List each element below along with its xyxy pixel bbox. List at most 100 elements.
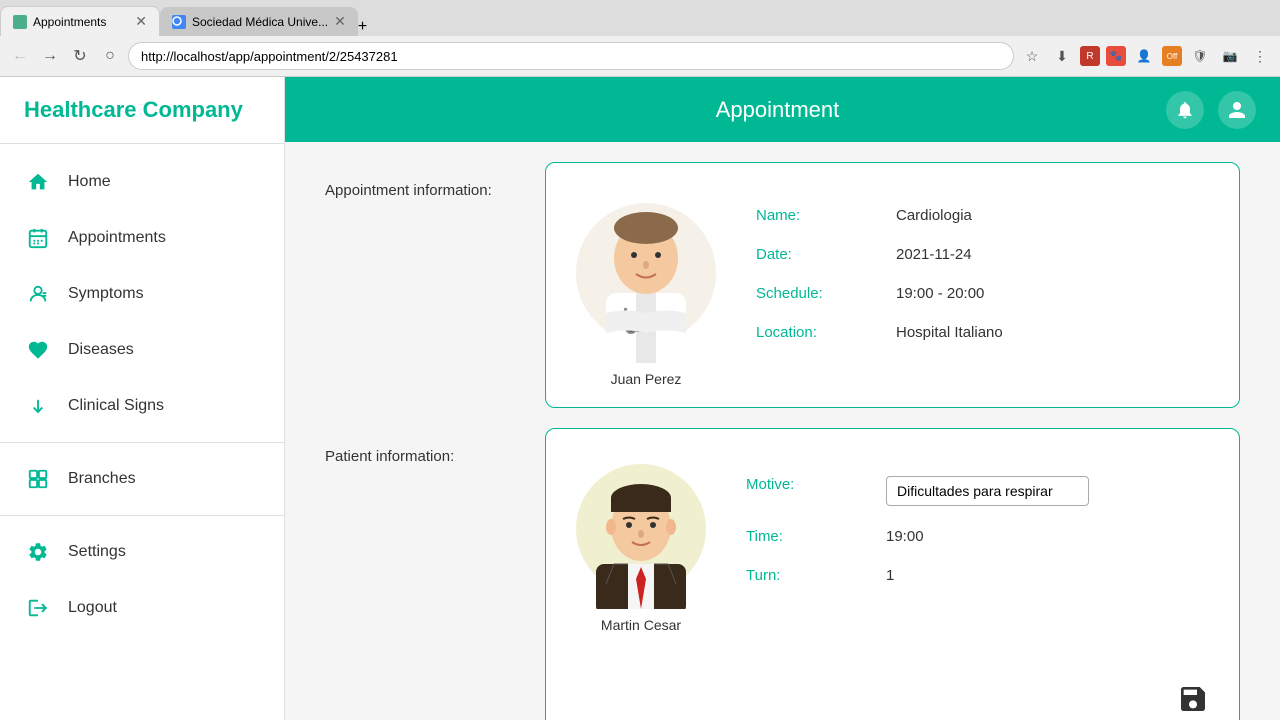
sidebar-label-settings: Settings <box>68 543 126 561</box>
browser-nav-bar: ← → ↻ ○ ☆ ⬇ R 🐾 👤 Off 🛡 📷 ⋮ <box>0 36 1280 76</box>
header-title: Appointment <box>716 97 840 123</box>
sidebar-item-logout[interactable]: Logout <box>0 580 284 636</box>
field-value-date: 2021-11-24 <box>896 246 972 263</box>
doctor-avatar-image <box>576 183 716 363</box>
user-avatar-icon[interactable] <box>1218 91 1256 129</box>
field-value-location: Hospital Italiano <box>896 324 1003 341</box>
menu-button[interactable]: ⋮ <box>1248 44 1272 68</box>
logout-icon <box>24 594 52 622</box>
sidebar-divider-2 <box>0 515 284 516</box>
sidebar-item-diseases[interactable]: Diseases <box>0 322 284 378</box>
branches-icon <box>24 465 52 493</box>
field-label-date: Date: <box>756 246 876 263</box>
main-area: Appointment Appointment information: <box>285 77 1280 720</box>
sidebar-label-clinical-signs: Clinical Signs <box>68 397 164 415</box>
back-button[interactable]: ← <box>8 44 32 68</box>
nav-icons: ☆ ⬇ R 🐾 👤 Off 🛡 📷 ⋮ <box>1020 44 1272 68</box>
main-header: Appointment <box>285 77 1280 142</box>
doctor-avatar-wrapper: Juan Perez <box>576 183 716 387</box>
appointment-card: Juan Perez Name: Cardiologia Date: 2021-… <box>545 162 1240 408</box>
patient-avatar-wrapper: Martin Cesar <box>576 449 706 633</box>
field-label-motive: Motive: <box>746 476 866 493</box>
browser-tab-bar: Appointments ✕ Sociedad Médica Unive... … <box>0 0 1280 36</box>
field-label-turn: Turn: <box>746 567 866 584</box>
patient-fields: Motive: Time: 19:00 Turn: 1 <box>746 476 1209 606</box>
field-value-name: Cardiologia <box>896 207 972 224</box>
sidebar-item-symptoms[interactable]: Symptoms <box>0 266 284 322</box>
appointment-field-name: Name: Cardiologia <box>756 207 1209 224</box>
main-content: Appointment information: <box>285 142 1280 720</box>
extension-icon-6[interactable]: 📷 <box>1218 44 1242 68</box>
patient-avatar-image <box>576 449 706 609</box>
tab-favicon-2 <box>172 15 186 29</box>
extension-icon-3[interactable]: 👤 <box>1132 44 1156 68</box>
sidebar-label-home: Home <box>68 173 111 191</box>
symptoms-icon <box>24 280 52 308</box>
appointments-icon <box>24 224 52 252</box>
new-tab-button[interactable]: + <box>358 18 367 36</box>
settings-icon <box>24 538 52 566</box>
forward-button[interactable]: → <box>38 44 62 68</box>
sidebar-item-branches[interactable]: Branches <box>0 451 284 507</box>
field-label-schedule: Schedule: <box>756 285 876 302</box>
diseases-icon <box>24 336 52 364</box>
save-button[interactable] <box>1177 683 1209 720</box>
clinical-signs-icon <box>24 392 52 420</box>
app-container: Healthcare Company Home Appointments Sym… <box>0 77 1280 720</box>
sidebar-label-appointments: Appointments <box>68 229 166 247</box>
appointment-field-schedule: Schedule: 19:00 - 20:00 <box>756 285 1209 302</box>
download-icon[interactable]: ⬇ <box>1050 44 1074 68</box>
appointment-section-label: Appointment information: <box>325 162 525 199</box>
appointment-fields: Name: Cardiologia Date: 2021-11-24 Sched… <box>756 207 1209 363</box>
patient-field-motive: Motive: <box>746 476 1209 506</box>
motive-input[interactable] <box>886 476 1089 506</box>
notification-bell-icon[interactable] <box>1166 91 1204 129</box>
patient-section-label: Patient information: <box>325 428 525 465</box>
patient-section: Patient information: <box>325 428 1240 720</box>
field-value-schedule: 19:00 - 20:00 <box>896 285 984 302</box>
extension-icon-4[interactable]: Off <box>1162 46 1182 66</box>
field-value-turn: 1 <box>886 567 894 584</box>
field-value-time: 19:00 <box>886 528 924 545</box>
reload-button[interactable]: ↻ <box>68 44 92 68</box>
appointment-field-location: Location: Hospital Italiano <box>756 324 1209 341</box>
sidebar-label-diseases: Diseases <box>68 341 134 359</box>
tab-title-1: Appointments <box>33 15 129 29</box>
appointment-field-date: Date: 2021-11-24 <box>756 246 1209 263</box>
tab-favicon-1 <box>13 15 27 29</box>
doctor-name: Juan Perez <box>611 371 682 387</box>
sidebar-logo: Healthcare Company <box>0 77 284 144</box>
patient-field-turn: Turn: 1 <box>746 567 1209 584</box>
field-label-name: Name: <box>756 207 876 224</box>
field-label-time: Time: <box>746 528 866 545</box>
extension-icon-5[interactable]: 🛡 <box>1188 44 1212 68</box>
tab-title-2: Sociedad Médica Unive... <box>192 15 328 29</box>
home-nav-button[interactable]: ○ <box>98 44 122 68</box>
sidebar-item-home[interactable]: Home <box>0 154 284 210</box>
address-bar[interactable] <box>128 42 1014 70</box>
appointment-section: Appointment information: <box>325 162 1240 408</box>
home-icon <box>24 168 52 196</box>
sidebar: Healthcare Company Home Appointments Sym… <box>0 77 285 720</box>
extension-icon-2[interactable]: 🐾 <box>1106 46 1126 66</box>
extension-icon-1[interactable]: R <box>1080 46 1100 66</box>
tab-sociedad[interactable]: Sociedad Médica Unive... ✕ <box>160 7 358 36</box>
patient-name: Martin Cesar <box>601 617 681 633</box>
tab-close-2[interactable]: ✕ <box>334 13 346 30</box>
sidebar-label-logout: Logout <box>68 599 117 617</box>
sidebar-divider <box>0 442 284 443</box>
sidebar-item-appointments[interactable]: Appointments <box>0 210 284 266</box>
patient-field-time: Time: 19:00 <box>746 528 1209 545</box>
sidebar-nav: Home Appointments Symptoms Diseases <box>0 144 284 646</box>
tab-close-1[interactable]: ✕ <box>135 13 147 30</box>
sidebar-item-clinical-signs[interactable]: Clinical Signs <box>0 378 284 434</box>
save-icon-wrapper <box>576 683 1209 720</box>
patient-card-inner: Martin Cesar Motive: Time: 19:00 <box>576 449 1209 633</box>
bookmark-icon[interactable]: ☆ <box>1020 44 1044 68</box>
patient-card: Martin Cesar Motive: Time: 19:00 <box>545 428 1240 720</box>
header-icons <box>1166 91 1256 129</box>
tab-appointments[interactable]: Appointments ✕ <box>0 6 160 36</box>
sidebar-label-branches: Branches <box>68 470 136 488</box>
sidebar-label-symptoms: Symptoms <box>68 285 144 303</box>
sidebar-item-settings[interactable]: Settings <box>0 524 284 580</box>
